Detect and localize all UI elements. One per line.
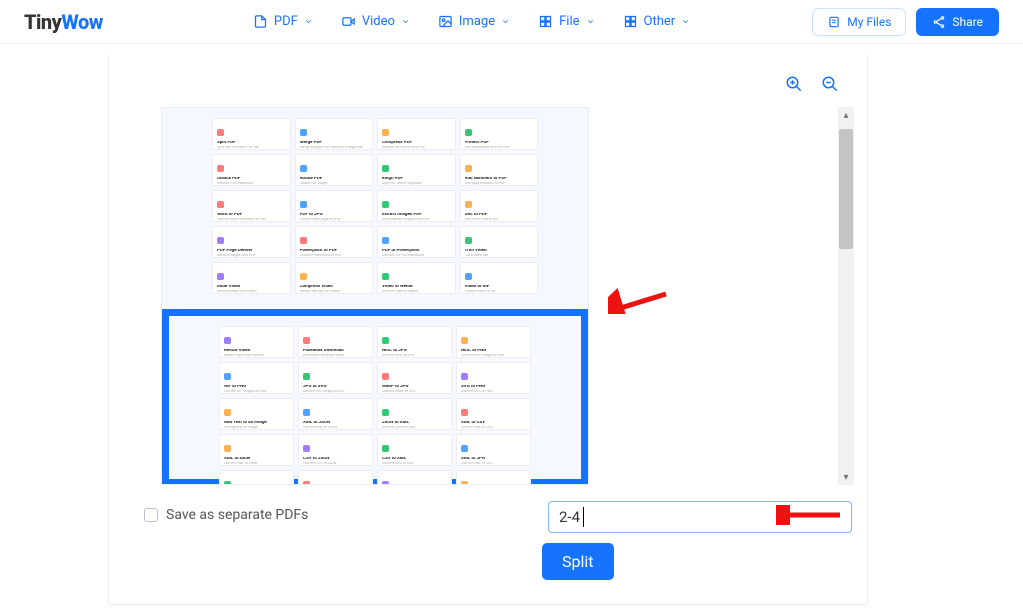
tool-card: Protect PDFAdd a password to a PDF file bbox=[460, 118, 539, 150]
tool-card: Video to WebMConvert video to WebM bbox=[377, 262, 456, 294]
tool-card: XML to ExcelConvert XML to Excel bbox=[219, 434, 294, 466]
scroll-thumb[interactable] bbox=[839, 129, 853, 249]
tool-card: Lorem Ipsum Genera..Generate lorem ipsum… bbox=[219, 470, 294, 485]
tool-card: PDF to PowerpointConvert PDF to Powerpoi… bbox=[377, 226, 456, 258]
nav-image-label: Image bbox=[459, 14, 495, 29]
tool-card: JSON to XMLConvert JSON to XML bbox=[377, 398, 452, 430]
tool-card: WebP to JPGConvert WebP to JPG bbox=[377, 362, 452, 394]
chevron-down-icon bbox=[586, 17, 595, 26]
share-icon bbox=[932, 15, 946, 29]
tool-card: XML to CSVConvert XML to CSV bbox=[456, 398, 531, 430]
image-icon bbox=[438, 14, 453, 29]
tool-card: Video to GIFConvert video to GIF bbox=[460, 262, 539, 294]
tool-card: GIF to PNGConvert GIF images to PNG bbox=[219, 362, 294, 394]
tool-card: PDF to JPGConvert each page to JPG bbox=[295, 190, 374, 222]
share-label: Share bbox=[952, 15, 983, 29]
page-range-input[interactable] bbox=[548, 501, 852, 533]
nav-file[interactable]: File bbox=[538, 14, 594, 29]
files-icon bbox=[827, 15, 841, 29]
tool-card: Meme MakerCreate a meme bbox=[298, 470, 373, 485]
tool-card: Resize VideoResize video with options bbox=[219, 326, 294, 358]
top-nav: TinyWow PDF Video Image File Other bbox=[0, 0, 1023, 44]
chevron-down-icon bbox=[304, 17, 313, 26]
grid-icon bbox=[623, 14, 638, 29]
tool-card: Epoch ConverterConvert epoch timestamps bbox=[377, 470, 452, 485]
tool-card: URL to PDFTurn a URL into a PDF bbox=[460, 190, 539, 222]
nav-other[interactable]: Other bbox=[623, 14, 691, 29]
brand-tiny: Tiny bbox=[24, 10, 61, 34]
tool-card: SVG to PNGConvert SVG to PNG bbox=[456, 362, 531, 394]
save-separate-label: Save as separate PDFs bbox=[166, 507, 308, 523]
nav-video[interactable]: Video bbox=[341, 14, 410, 29]
zoom-out-icon[interactable] bbox=[821, 75, 839, 93]
tool-card: XML to JPGConvert XML to JPG bbox=[456, 434, 531, 466]
video-icon bbox=[341, 14, 356, 29]
tool-card: Extract Images PDFDownload all images fr… bbox=[377, 190, 456, 222]
tool-card: CSV to JSONConvert CSV to JSON bbox=[298, 434, 373, 466]
grid-icon bbox=[538, 14, 553, 29]
nav-pdf[interactable]: PDF bbox=[253, 14, 313, 29]
tool-card: Add Text to an ImageOverlay text on imag… bbox=[219, 398, 294, 430]
preview-scrollbar[interactable]: ▴ ▾ bbox=[838, 107, 854, 485]
myfiles-button[interactable]: My Files bbox=[812, 8, 906, 36]
tool-card: HEIC to JPGConvert HEIC to JPG bbox=[377, 326, 452, 358]
nav-center: PDF Video Image File Other bbox=[253, 14, 690, 29]
nav-file-label: File bbox=[559, 14, 579, 29]
zoom-controls bbox=[785, 75, 839, 93]
tool-card: URL to JPGTurn a URL into JPG bbox=[456, 470, 531, 485]
workspace-panel: Split PDFSplit into a smaller PDF fileMe… bbox=[108, 55, 868, 605]
pdf-page-2-selected[interactable]: Resize VideoResize video with optionsFac… bbox=[162, 309, 588, 485]
tool-card: JPG to SVGConvert JPG image to SVG bbox=[298, 362, 373, 394]
text-cursor bbox=[583, 507, 584, 527]
chevron-down-icon bbox=[401, 17, 410, 26]
tool-card: Compress VideoReduce the size of a video bbox=[295, 262, 374, 294]
tool-card: CSV to XMLConvert CSV to XML bbox=[377, 434, 452, 466]
tool-card: Unlock PDFRemove PDF password bbox=[212, 154, 291, 186]
tool-card: Mute VideoRemove audio from video bbox=[212, 262, 291, 294]
share-button[interactable]: Share bbox=[916, 8, 999, 36]
scroll-down-arrow[interactable]: ▾ bbox=[838, 469, 854, 485]
chevron-down-icon bbox=[681, 17, 690, 26]
tool-card: Rotate PDFRotate PDF pages bbox=[295, 154, 374, 186]
nav-image[interactable]: Image bbox=[438, 14, 510, 29]
tool-card: PDF Page DeleterRemove pages from PDF bbox=[212, 226, 291, 258]
tool-card: XML to JSONConvert XML to JSON bbox=[298, 398, 373, 430]
pdf-page-1[interactable]: Split PDFSplit into a smaller PDF fileMe… bbox=[162, 108, 588, 309]
file-icon bbox=[253, 14, 268, 29]
nav-pdf-label: PDF bbox=[274, 14, 298, 29]
pdf-preview[interactable]: Split PDFSplit into a smaller PDF fileMe… bbox=[161, 107, 589, 485]
myfiles-label: My Files bbox=[847, 15, 891, 29]
tool-card: Facebook DownloadDownload Facebook video bbox=[298, 326, 373, 358]
nav-other-label: Other bbox=[644, 14, 676, 29]
scroll-up-arrow[interactable]: ▴ bbox=[838, 107, 854, 123]
tool-card: Merge PDFMerge multiple PDF files into a… bbox=[295, 118, 374, 150]
brand-logo[interactable]: TinyWow bbox=[24, 10, 103, 34]
tool-card: Compress PDFReduce the size of your PDF bbox=[377, 118, 456, 150]
nav-video-label: Video bbox=[362, 14, 395, 29]
tool-card: Powerpoint to PDFConvert Powerpoint to P… bbox=[295, 226, 374, 258]
split-button[interactable]: Split bbox=[542, 543, 614, 580]
tool-card: eSign PDFSign PDF with e-signature bbox=[377, 154, 456, 186]
save-separate-checkbox[interactable]: Save as separate PDFs bbox=[144, 507, 308, 523]
tool-card: Trim VideoCut a video clip bbox=[460, 226, 539, 258]
split-controls: Save as separate PDFs Split bbox=[144, 501, 832, 611]
tool-card: Word to PDFConvert Word document to PDF bbox=[212, 190, 291, 222]
brand-wow: Wow bbox=[61, 10, 103, 34]
tool-card: Split PDFSplit into a smaller PDF file bbox=[212, 118, 291, 150]
checkbox-icon bbox=[144, 508, 158, 522]
tool-card: Add Numbers to PDFAdd page numbers to PD… bbox=[460, 154, 539, 186]
chevron-down-icon bbox=[501, 17, 510, 26]
tool-card: HEIC to PNGConvert HEIC image to PNG bbox=[456, 326, 531, 358]
zoom-in-icon[interactable] bbox=[785, 75, 803, 93]
